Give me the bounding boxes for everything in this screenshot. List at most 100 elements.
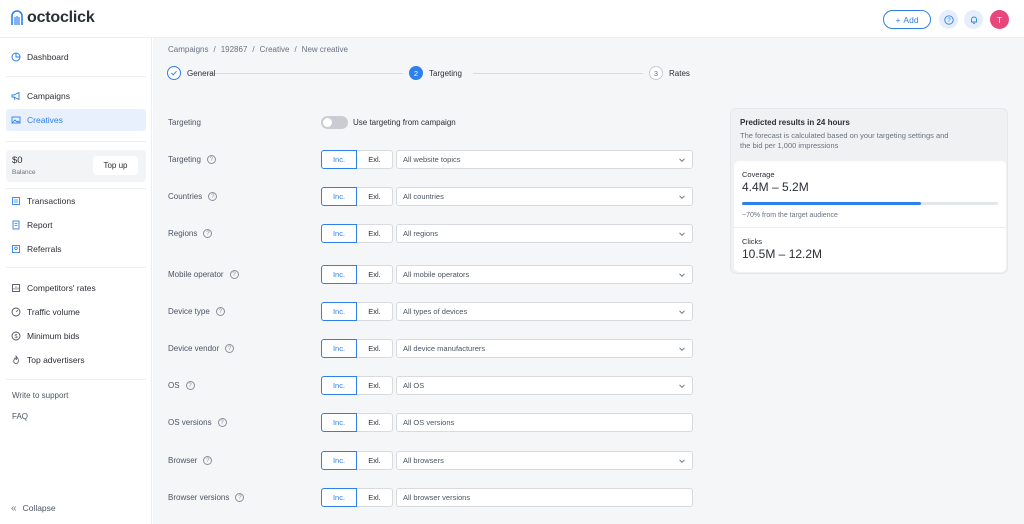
row-label-countries: Countries? (168, 192, 218, 201)
sidebar: Dashboard Campaigns Creatives $0 Balance… (0, 38, 152, 524)
include-button[interactable]: Inc. (321, 488, 357, 507)
collapse-button[interactable]: « Collapse (6, 497, 146, 519)
include-exclude-toggle: Inc. Exl. (321, 150, 393, 169)
collapse-label: Collapse (22, 503, 56, 513)
help-icon[interactable]: ? (225, 344, 235, 353)
transactions-icon (12, 197, 20, 205)
exclude-button[interactable]: Exl. (357, 224, 393, 243)
image-icon (11, 116, 21, 124)
check-icon (167, 66, 181, 80)
notifications-button[interactable] (964, 10, 983, 29)
sidebar-item-referrals[interactable]: Referrals (6, 238, 146, 260)
step-rates[interactable]: 3 Rates (649, 66, 690, 80)
sidebar-item-report[interactable]: Report (6, 214, 146, 236)
include-button[interactable]: Inc. (321, 302, 357, 321)
include-button[interactable]: Inc. (321, 187, 357, 206)
include-button[interactable]: Inc. (321, 265, 357, 284)
device-type-select[interactable]: All types of devices (396, 302, 693, 321)
help-icon[interactable]: ? (203, 456, 213, 465)
toggle-knob (323, 118, 332, 127)
browser-versions-select[interactable]: All browser versions (396, 488, 693, 507)
exclude-button[interactable]: Exl. (357, 187, 393, 206)
include-button[interactable]: Inc. (321, 451, 357, 470)
row-label-text: Targeting (168, 155, 201, 164)
os-versions-select[interactable]: All OS versions (396, 413, 693, 432)
exclude-button[interactable]: Exl. (357, 150, 393, 169)
row-label-device-type: Device type? (168, 307, 225, 316)
row-label-text: OS (168, 381, 180, 390)
include-exclude-toggle: Inc. Exl. (321, 488, 393, 507)
help-icon[interactable]: ? (235, 493, 245, 502)
targeting-select[interactable]: All website topics (396, 150, 693, 169)
dashboard-icon (11, 52, 21, 62)
sidebar-item-competitors-rates[interactable]: Competitors' rates (6, 277, 146, 299)
help-button[interactable]: ? (939, 10, 958, 29)
sidebar-item-label: Transactions (27, 196, 76, 206)
breadcrumb: Campaigns / 192867 / Creative / New crea… (168, 45, 348, 54)
write-to-support-link[interactable]: Write to support (12, 391, 68, 400)
row-label-text: Browser versions (168, 493, 230, 502)
faq-link[interactable]: FAQ (12, 412, 28, 421)
step-label: Targeting (429, 68, 462, 78)
add-button[interactable]: + Add (883, 10, 931, 29)
breadcrumb-separator: / (252, 45, 255, 54)
mobile-operator-select[interactable]: All mobile operators (396, 265, 693, 284)
include-button[interactable]: Inc. (321, 339, 357, 358)
row-label-browser-versions: Browser versions? (168, 493, 245, 502)
help-icon[interactable]: ? (185, 381, 195, 390)
help-icon[interactable]: ? (215, 307, 225, 316)
top-up-button[interactable]: Top up (93, 156, 138, 175)
divider (6, 267, 146, 268)
device-vendor-select[interactable]: All device manufacturers (396, 339, 693, 358)
help-icon[interactable]: ? (208, 192, 218, 201)
help-icon[interactable]: ? (229, 270, 239, 279)
step-number: 2 (409, 66, 423, 80)
exclude-button[interactable]: Exl. (357, 265, 393, 284)
referrals-icon (12, 245, 20, 253)
browser-select[interactable]: All browsers (396, 451, 693, 470)
sidebar-item-minimum-bids[interactable]: $ Minimum bids (6, 325, 146, 347)
sidebar-item-campaigns[interactable]: Campaigns (6, 85, 146, 107)
help-icon[interactable]: ? (217, 418, 227, 427)
step-targeting[interactable]: 2 Targeting (409, 66, 462, 80)
clicks-label: Clicks (742, 237, 762, 246)
report-icon (12, 220, 20, 230)
exclude-button[interactable]: Exl. (357, 413, 393, 432)
exclude-button[interactable]: Exl. (357, 376, 393, 395)
countries-select[interactable]: All countries (396, 187, 693, 206)
svg-text:?: ? (947, 18, 951, 24)
row-label-text: Countries (168, 192, 203, 201)
breadcrumb-campaign-id[interactable]: 192867 (221, 45, 248, 54)
row-label-targeting: Targeting? (168, 155, 216, 164)
help-icon[interactable]: ? (206, 155, 216, 164)
sidebar-item-label: Top advertisers (27, 355, 85, 365)
balance-box: $0 Balance Top up (6, 150, 146, 182)
use-campaign-targeting-toggle[interactable] (321, 116, 348, 129)
regions-select[interactable]: All regions (396, 224, 693, 243)
exclude-button[interactable]: Exl. (357, 488, 393, 507)
include-button[interactable]: Inc. (321, 224, 357, 243)
logo[interactable]: octoclick (10, 9, 95, 27)
exclude-button[interactable]: Exl. (357, 302, 393, 321)
sidebar-item-label: Dashboard (27, 52, 69, 62)
breadcrumb-creative[interactable]: Creative (260, 45, 290, 54)
include-button[interactable]: Inc. (321, 413, 357, 432)
include-exclude-toggle: Inc. Exl. (321, 302, 393, 321)
sidebar-item-dashboard[interactable]: Dashboard (6, 46, 146, 68)
competitors-icon (12, 284, 20, 292)
sidebar-item-label: Creatives (27, 115, 63, 125)
breadcrumb-campaigns[interactable]: Campaigns (168, 45, 208, 54)
include-button[interactable]: Inc. (321, 150, 357, 169)
sidebar-item-top-advertisers[interactable]: Top advertisers (6, 349, 146, 371)
avatar[interactable]: T (990, 10, 1009, 29)
sidebar-item-transactions[interactable]: Transactions (6, 190, 146, 212)
sidebar-item-traffic-volume[interactable]: Traffic volume (6, 301, 146, 323)
sidebar-item-creatives[interactable]: Creatives (6, 109, 146, 131)
exclude-button[interactable]: Exl. (357, 339, 393, 358)
os-select[interactable]: All OS (396, 376, 693, 395)
exclude-button[interactable]: Exl. (357, 451, 393, 470)
include-button[interactable]: Inc. (321, 376, 357, 395)
step-general[interactable]: General (167, 66, 215, 80)
help-icon[interactable]: ? (203, 229, 213, 238)
include-exclude-toggle: Inc. Exl. (321, 376, 393, 395)
